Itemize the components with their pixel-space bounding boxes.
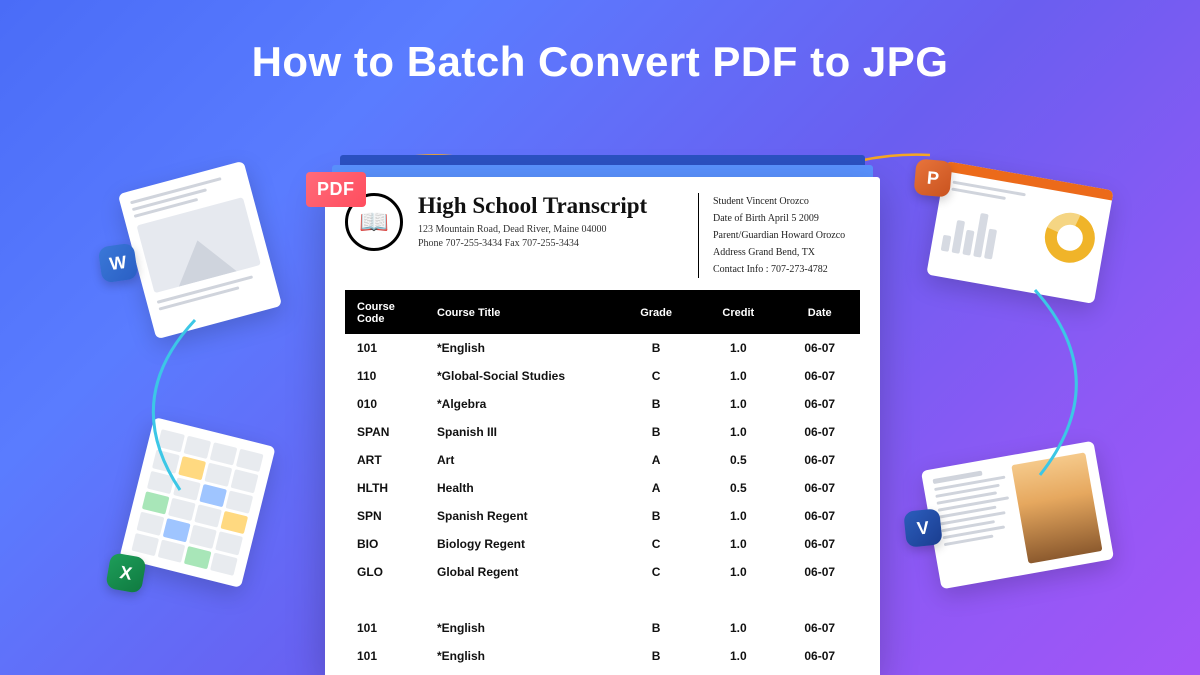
table-row: 110*Global-Social StudiesC1.006-07	[345, 362, 860, 390]
transcript-table: Course Code Course Title Grade Credit Da…	[345, 292, 860, 670]
table-row: 101*EnglishB1.006-07	[345, 614, 860, 642]
visio-document-thumb	[921, 441, 1114, 590]
table-row: GLOGlobal RegentC1.006-07	[345, 558, 860, 586]
powerpoint-icon: P	[913, 158, 952, 197]
pdf-document: 📖 High School Transcript 123 Mountain Ro…	[325, 155, 880, 675]
table-row: 101*EnglishB1.006-07	[345, 642, 860, 670]
powerpoint-document-thumb	[926, 161, 1113, 304]
word-icon: W	[98, 243, 139, 284]
transcript-title: High School Transcript	[418, 193, 683, 219]
excel-icon: X	[105, 552, 147, 594]
pdf-badge: PDF	[306, 172, 366, 207]
table-row: 010*AlgebraB1.006-07	[345, 390, 860, 418]
student-info: Student Vincent Orozco Date of Birth Apr…	[698, 193, 860, 278]
table-row: SPNSpanish RegentB1.006-07	[345, 502, 860, 530]
table-row: ARTArtA0.506-07	[345, 446, 860, 474]
table-row: HLTHHealthA0.506-07	[345, 474, 860, 502]
table-row: 101*EnglishB1.006-07	[345, 334, 860, 362]
word-document-thumb	[118, 161, 282, 340]
illustration-canvas: W X P	[0, 0, 1200, 675]
transcript-address: 123 Mountain Road, Dead River, Maine 040…	[418, 224, 683, 235]
transcript-phone: Phone 707-255-3434 Fax 707-255-3434	[418, 238, 683, 249]
transcript-header: 📖 High School Transcript 123 Mountain Ro…	[345, 193, 860, 292]
table-row: BIOBiology RegentC1.006-07	[345, 530, 860, 558]
table-row: SPANSpanish IIIB1.006-07	[345, 418, 860, 446]
visio-icon: V	[903, 508, 943, 548]
